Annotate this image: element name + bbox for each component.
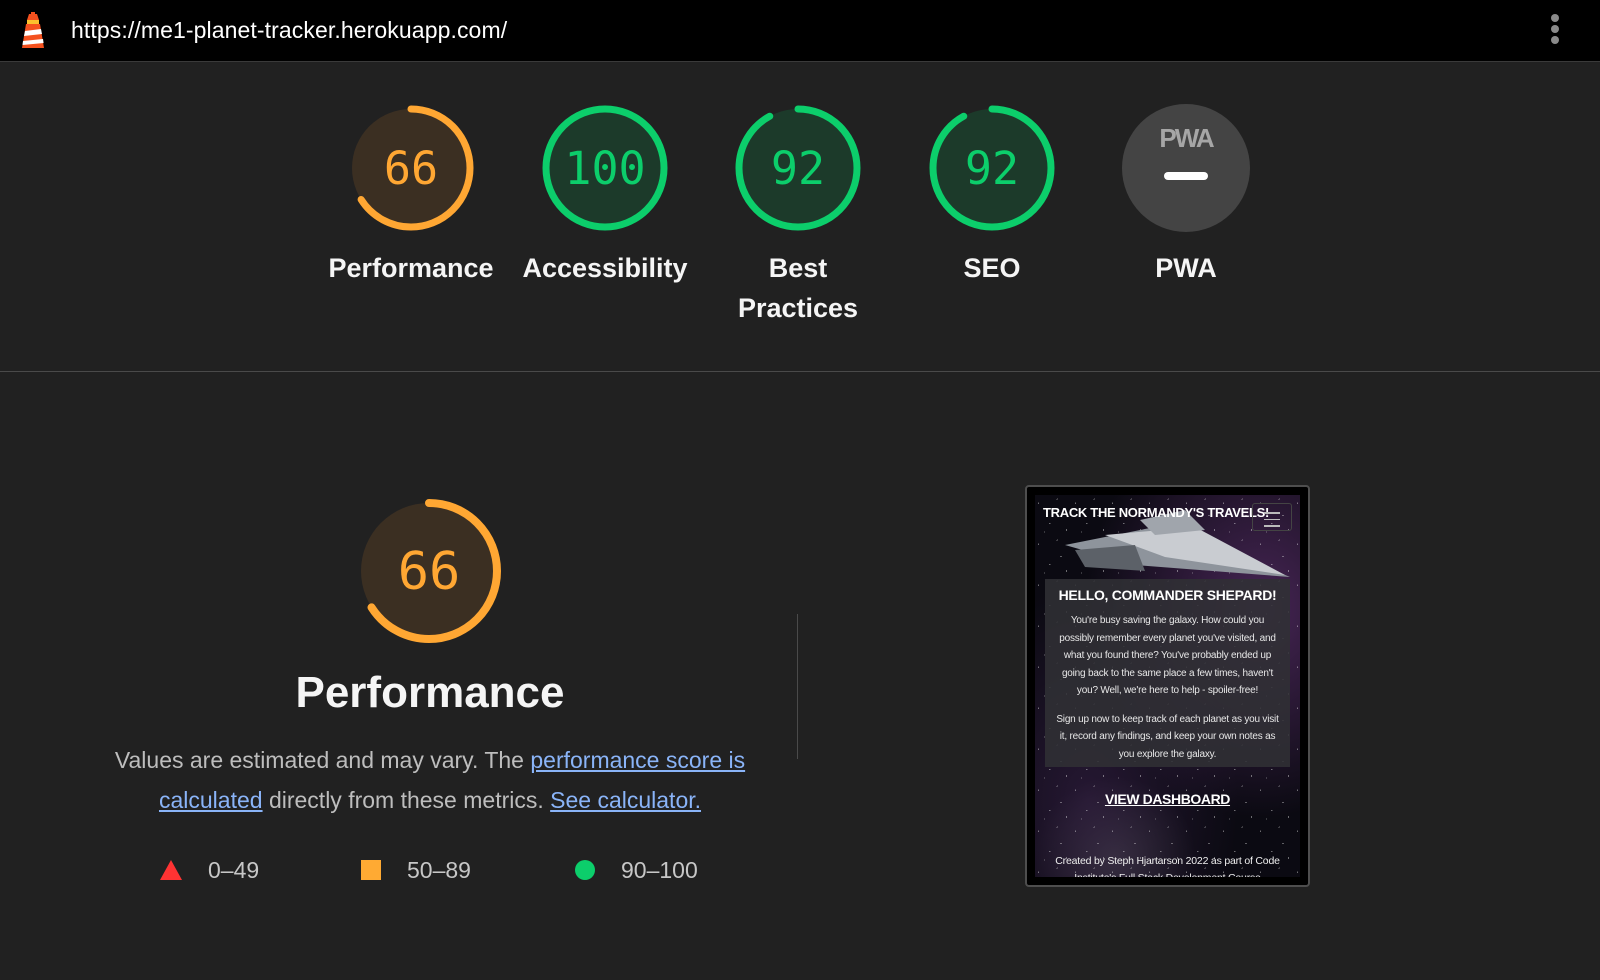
legend-pass: 90–100 [575, 855, 698, 885]
desc-text: Values are estimated and may vary. The [114, 747, 531, 773]
final-screenshot[interactable]: TRACK THE NORMANDY'S TRAVELS! HELLO, COM… [1025, 485, 1310, 887]
score-value: 92 [771, 142, 825, 195]
score-gauge: 66 [348, 105, 474, 231]
triangle-icon [160, 860, 182, 880]
hamburger-icon [1252, 503, 1292, 531]
score-gauge: 100 [542, 105, 668, 231]
card-title: HELLO, COMMANDER SHEPARD! [1058, 587, 1277, 603]
legend-range: 0–49 [208, 856, 260, 883]
card-text: Sign up now to keep track of each planet… [1056, 713, 1279, 760]
url-bar: https://me1-planet-tracker.herokuapp.com… [0, 0, 1600, 62]
legend-range: 50–89 [407, 856, 471, 883]
gauge-label: Accessibility [522, 253, 688, 283]
site-title: TRACK THE NORMANDY'S TRAVELS! [1043, 505, 1269, 520]
gauge-label: Performance [328, 253, 494, 283]
performance-description: Values are estimated and may vary. The p… [100, 740, 760, 820]
circle-icon [575, 860, 595, 880]
score-value: 66 [398, 542, 461, 602]
card-text: You're busy saving the galaxy. How could… [1059, 615, 1276, 696]
gauge-best-practices[interactable]: 92 Best Practices [713, 102, 883, 328]
score-gauge: 92 [735, 105, 861, 231]
welcome-card: HELLO, COMMANDER SHEPARD! You're busy sa… [1045, 579, 1290, 767]
score-value: 66 [384, 142, 438, 195]
legend-fail: 0–49 [160, 855, 259, 885]
score-summary: 66 Performance 100 Accessibility 92 Best… [0, 62, 1600, 372]
vertical-dots-icon[interactable] [1545, 12, 1565, 50]
legend-average: 50–89 [361, 855, 471, 885]
lighthouse-icon [22, 12, 44, 48]
gauge-pwa[interactable]: PWA PWA [1101, 102, 1271, 288]
gauge-label: SEO [963, 253, 1021, 283]
page-url: https://me1-planet-tracker.herokuapp.com… [71, 17, 508, 43]
performance-gauge: 66 [357, 499, 501, 643]
site-footer: Created by Steph Hjartarson 2022 as part… [1055, 855, 1280, 877]
divider [797, 614, 798, 759]
legend-range: 90–100 [621, 856, 698, 883]
gauge-label: Best Practices [737, 253, 859, 323]
gauge-label: PWA [1155, 253, 1217, 283]
screenshot-content: TRACK THE NORMANDY'S TRAVELS! HELLO, COM… [1035, 495, 1300, 877]
gauge-seo[interactable]: 92 SEO [907, 102, 1077, 288]
minus-icon [1164, 172, 1208, 180]
view-dashboard-link: VIEW DASHBOARD [1104, 791, 1231, 807]
score-gauge: 92 [929, 105, 1055, 231]
pwa-badge-text: PWA [1159, 123, 1214, 153]
square-icon [361, 860, 381, 880]
gauge-performance[interactable]: 66 Performance [326, 102, 496, 288]
section-title: Performance [295, 668, 565, 717]
pwa-badge: PWA [1122, 104, 1250, 232]
see-calculator-link[interactable]: See calculator. [550, 787, 701, 813]
score-value: 92 [965, 142, 1019, 195]
desc-text: directly from these metrics. [262, 787, 551, 813]
gauge-accessibility[interactable]: 100 Accessibility [520, 102, 690, 288]
score-value: 100 [564, 142, 645, 195]
